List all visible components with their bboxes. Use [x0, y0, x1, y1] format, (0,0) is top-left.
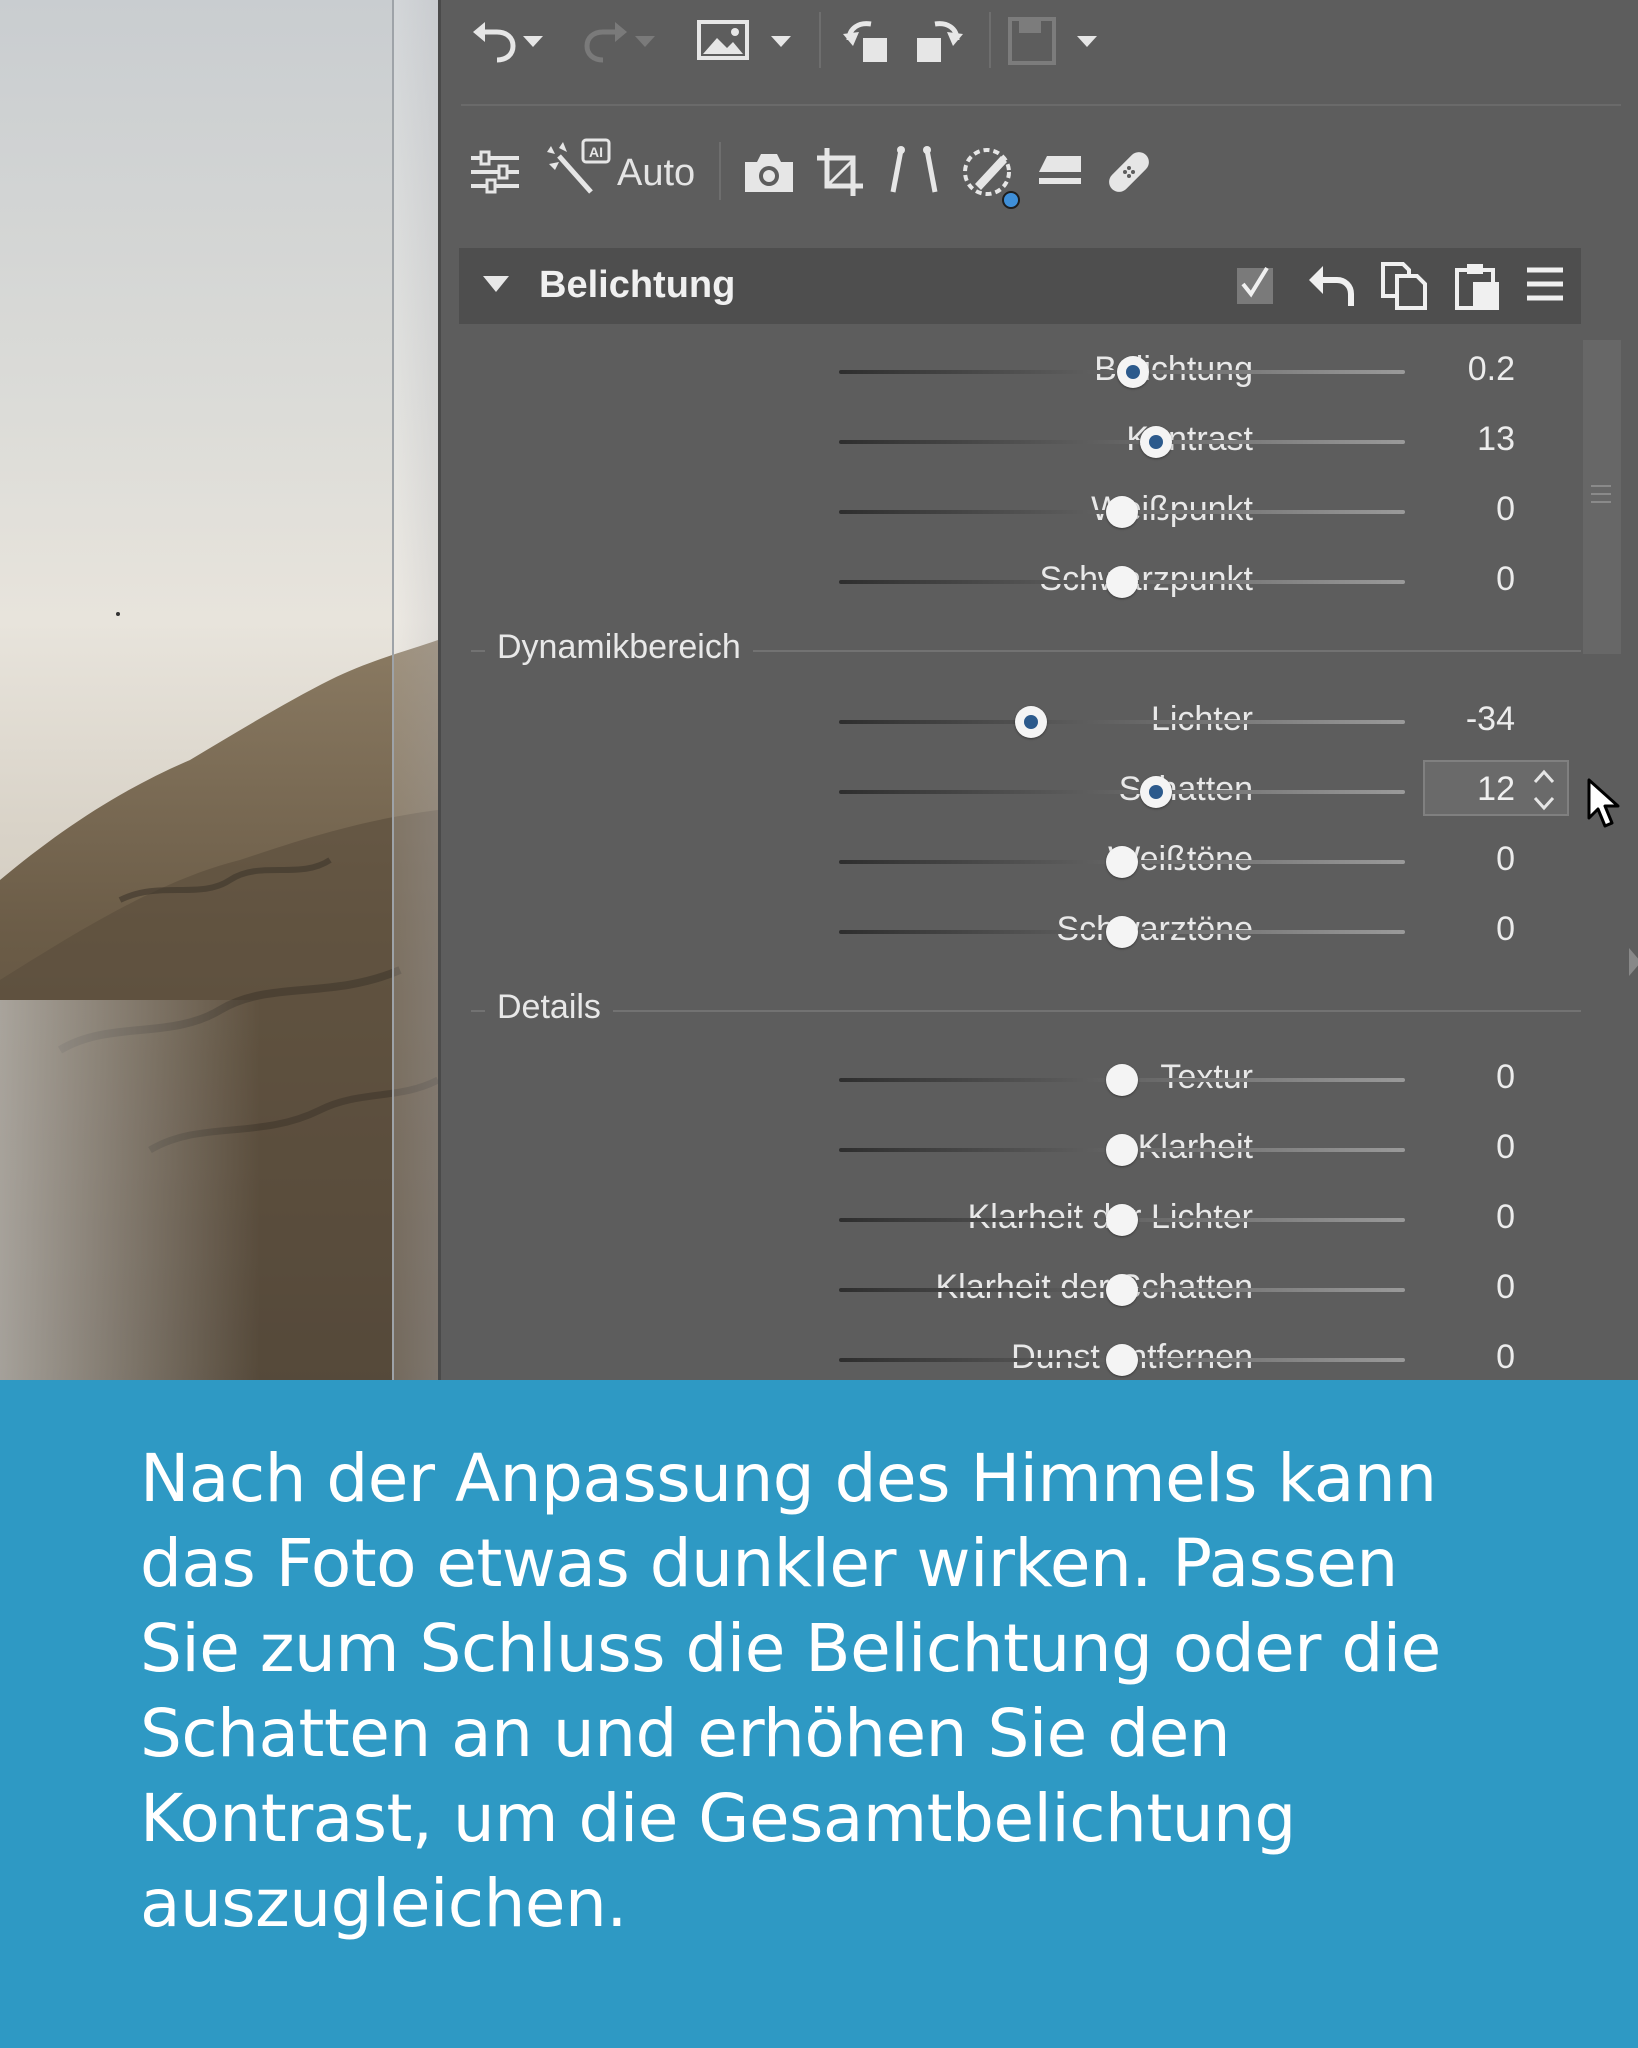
landscape-image [0, 612, 438, 1380]
slider-track[interactable] [839, 720, 1405, 724]
reset-icon[interactable] [1307, 262, 1355, 313]
auto-button[interactable]: Auto [617, 152, 695, 195]
rotate-right-icon[interactable] [911, 16, 965, 66]
crop-icon[interactable] [815, 146, 865, 198]
shadows-value-text: 12 [1477, 770, 1515, 808]
magic-wand-icon[interactable]: AI [545, 138, 615, 198]
shadows-value-input[interactable]: 12 [1423, 760, 1569, 816]
slider-thumb[interactable] [1106, 846, 1138, 878]
caption-line: Schatten an und erhöhen Sie den [140, 1695, 1231, 1772]
slider-value[interactable]: 0 [1415, 1198, 1515, 1237]
slider-value[interactable]: 0 [1415, 1058, 1515, 1097]
menu-icon[interactable] [1525, 262, 1565, 311]
mask-brush-icon[interactable] [961, 144, 1023, 210]
slider-thumb[interactable] [1106, 916, 1138, 948]
copy-icon[interactable] [1379, 262, 1429, 315]
redo-icon[interactable] [583, 18, 631, 64]
rotate-left-icon[interactable] [841, 16, 895, 66]
group-title-dynamic-range: Dynamikbereich [485, 628, 753, 667]
slider-value[interactable]: 0.2 [1415, 350, 1515, 389]
camera-icon[interactable] [743, 150, 795, 194]
redo-dropdown-icon[interactable] [635, 36, 655, 48]
panel-expand-arrow-icon[interactable] [1629, 948, 1638, 976]
slider-value[interactable]: 0 [1415, 490, 1515, 529]
slider-track[interactable] [839, 440, 1405, 444]
collapse-triangle-icon[interactable] [483, 276, 509, 292]
paste-icon[interactable] [1453, 262, 1503, 317]
image-icon[interactable] [697, 20, 749, 60]
caption-text: Nach der Anpassung des Himmels kann das … [140, 1436, 1540, 1946]
caption-line: Sie zum Schluss die Belichtung oder die [140, 1610, 1441, 1687]
slider-value[interactable]: 0 [1415, 560, 1515, 599]
panel-splitter[interactable] [392, 0, 440, 1380]
caption-line: Nach der Anpassung des Himmels kann [140, 1440, 1437, 1517]
section-header-exposure[interactable]: Belichtung [459, 248, 1581, 324]
caption-line: Kontrast, um die Gesamtbelichtung [140, 1780, 1296, 1857]
slider-value[interactable]: 0 [1415, 910, 1515, 949]
slider-thumb[interactable] [1106, 1274, 1138, 1306]
image-dropdown-icon[interactable] [771, 36, 791, 48]
slider-thumb[interactable] [1106, 1064, 1138, 1096]
slider-track[interactable] [839, 790, 1405, 794]
slider-thumb[interactable] [1139, 776, 1172, 808]
group-divider [471, 1010, 1581, 1012]
slider-thumb[interactable] [1106, 566, 1138, 598]
slider-value[interactable]: 0 [1415, 1338, 1515, 1377]
toolbar-separator [819, 12, 821, 68]
slider-thumb[interactable] [1106, 496, 1138, 528]
toolbar-divider [461, 104, 1621, 106]
undo-icon[interactable] [469, 18, 517, 64]
slider-thumb[interactable] [1106, 1344, 1138, 1376]
checkbox-icon[interactable] [1235, 262, 1275, 311]
sliders-icon[interactable] [469, 150, 521, 194]
slider-thumb[interactable] [1106, 1134, 1138, 1166]
undo-dropdown-icon[interactable] [523, 36, 543, 48]
slider-value[interactable]: -34 [1415, 700, 1515, 739]
perspective-icon[interactable] [887, 146, 941, 196]
photo-preview [0, 0, 438, 1380]
slider-value[interactable]: 0 [1415, 840, 1515, 879]
scrollbar-grip-icon[interactable] [1591, 480, 1611, 514]
toolbar-separator [989, 12, 991, 68]
slider-value[interactable]: 0 [1415, 1268, 1515, 1307]
group-title-details: Details [485, 988, 613, 1027]
caption-line: das Foto etwas dunkler wirken. Passen [140, 1525, 1398, 1602]
mouse-cursor-icon [1587, 778, 1621, 835]
slider-thumb[interactable] [1106, 1204, 1138, 1236]
toolbar-separator [719, 142, 721, 200]
eraser-icon[interactable] [1035, 150, 1085, 194]
slider-value[interactable]: 0 [1415, 1128, 1515, 1167]
save-icon[interactable] [1007, 16, 1057, 66]
stepper-arrows-icon[interactable] [1529, 768, 1559, 817]
ai-badge: AI [589, 144, 603, 160]
caption-line: auszugleichen. [140, 1865, 627, 1942]
save-dropdown-icon[interactable] [1077, 36, 1097, 48]
develop-panel: AI Auto Belichtung Belichtung 0.2 Kontra… [438, 0, 1638, 1380]
healing-bandage-icon[interactable] [1103, 146, 1155, 198]
section-title: Belichtung [539, 264, 736, 306]
slider-thumb[interactable] [1139, 426, 1172, 458]
slider-value[interactable]: 13 [1415, 420, 1515, 459]
